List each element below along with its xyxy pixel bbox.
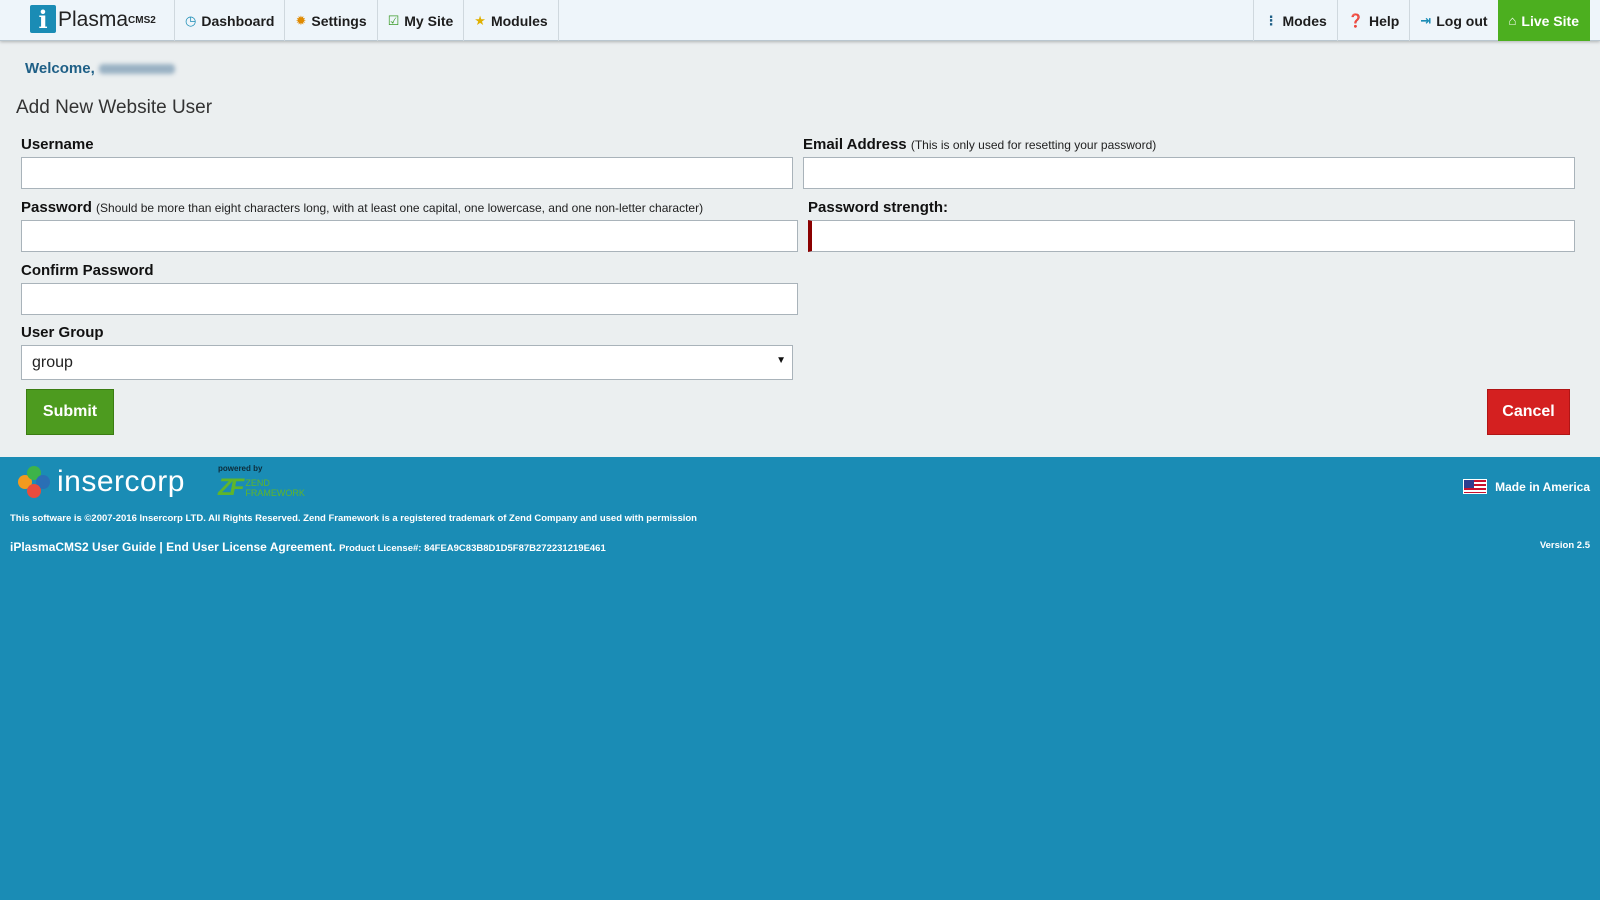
nav-live-site-label: Live Site bbox=[1521, 12, 1579, 29]
password-strength-label-text: Password strength: bbox=[808, 199, 949, 216]
eula-link[interactable]: End User License Agreement. bbox=[166, 540, 336, 554]
footer-separator: | bbox=[159, 540, 163, 554]
password-label: Password (Should be more than eight char… bbox=[21, 199, 703, 216]
made-in-america: Made in America bbox=[1463, 479, 1590, 494]
nav-settings-label: Settings bbox=[311, 12, 367, 29]
home-icon: ⌂ bbox=[1508, 13, 1517, 28]
nav-modules-label: Modules bbox=[490, 12, 548, 29]
main-content: Welcome, Add New Website User Username E… bbox=[0, 41, 1600, 457]
us-flag-icon bbox=[1463, 479, 1488, 494]
insercorp-name: insercorp bbox=[57, 465, 185, 498]
password-strength-label: Password strength: bbox=[808, 199, 948, 216]
submit-button[interactable]: Submit bbox=[26, 389, 114, 435]
nav-my-site[interactable]: ☑ My Site bbox=[376, 0, 464, 41]
confirm-password-label-text: Confirm Password bbox=[21, 262, 154, 279]
zend-framework-logo[interactable]: powered by ZF ZEND FRAMEWORK bbox=[218, 464, 305, 502]
user-group-label: User Group bbox=[21, 324, 104, 341]
password-label-text: Password bbox=[21, 199, 92, 216]
nav-logout-label: Log out bbox=[1436, 12, 1488, 29]
version-text: Version 2.5 bbox=[1539, 540, 1590, 551]
made-in-america-text: Made in America bbox=[1495, 479, 1590, 494]
nav-left: ◷ Dashboard ✹ Settings ☑ My Site ★ Modul… bbox=[174, 0, 559, 41]
password-field[interactable] bbox=[21, 220, 798, 252]
nav-dashboard-label: Dashboard bbox=[201, 12, 275, 29]
confirm-password-field[interactable] bbox=[21, 283, 798, 315]
product-license: Product License#: 84FEA9C83B8D1D5F87B272… bbox=[339, 543, 606, 554]
insercorp-logo[interactable]: insercorp bbox=[18, 465, 185, 499]
nav-modes[interactable]: ⋮ Modes bbox=[1253, 0, 1336, 41]
logo-name: Plasma bbox=[58, 8, 129, 31]
edit-icon: ☑ bbox=[387, 12, 400, 28]
copyright-text: This software is ©2007-2016 Insercorp LT… bbox=[10, 513, 697, 524]
nav-settings[interactable]: ✹ Settings bbox=[284, 0, 376, 41]
nav-modes-label: Modes bbox=[1282, 12, 1327, 29]
welcome-label: Welcome, bbox=[25, 60, 95, 77]
nav-modules[interactable]: ★ Modules bbox=[463, 0, 559, 41]
gear-icon: ✹ bbox=[295, 12, 307, 28]
user-group-selected: group bbox=[32, 354, 73, 371]
cancel-button[interactable]: Cancel bbox=[1487, 389, 1570, 435]
dashboard-icon: ◷ bbox=[185, 12, 197, 28]
user-group-select[interactable]: group ▼ bbox=[21, 345, 793, 380]
nav-logout[interactable]: ⇥ Log out bbox=[1409, 0, 1497, 41]
user-group-label-text: User Group bbox=[21, 324, 104, 341]
welcome-message: Welcome, bbox=[25, 60, 175, 77]
nav-help-label: Help bbox=[1368, 12, 1400, 29]
zf-line1: ZEND bbox=[245, 478, 270, 488]
confirm-password-label: Confirm Password bbox=[21, 262, 154, 279]
logout-icon: ⇥ bbox=[1420, 12, 1432, 28]
user-guide-link[interactable]: iPlasmaCMS2 User Guide bbox=[10, 540, 156, 554]
logo-i-icon: i bbox=[30, 5, 56, 34]
top-navbar: i Plasma CMS2 ◷ Dashboard ✹ Settings ☑ M… bbox=[0, 0, 1600, 41]
nav-help[interactable]: ❓ Help bbox=[1336, 0, 1410, 41]
password-strength-meter bbox=[808, 220, 1575, 252]
nav-live-site[interactable]: ⌂ Live Site bbox=[1497, 0, 1590, 41]
email-label: Email Address (This is only used for res… bbox=[803, 136, 1156, 153]
nav-right: ⋮ Modes ❓ Help ⇥ Log out ⌂ Live Site bbox=[1253, 0, 1590, 41]
email-hint: (This is only used for resetting your pa… bbox=[910, 138, 1157, 152]
blurred-username bbox=[98, 64, 175, 75]
app-logo[interactable]: i Plasma CMS2 bbox=[30, 5, 156, 35]
logo-superscript: CMS2 bbox=[128, 15, 156, 26]
dropdown-arrow-icon: ▼ bbox=[776, 355, 786, 366]
email-label-text: Email Address bbox=[803, 136, 907, 153]
vertical-dots-icon: ⋮ bbox=[1264, 12, 1278, 28]
username-label-text: Username bbox=[21, 136, 94, 153]
nav-my-site-label: My Site bbox=[404, 12, 454, 29]
question-icon: ❓ bbox=[1347, 12, 1364, 28]
puzzle-logo-icon bbox=[18, 466, 50, 498]
zf-icon: ZF bbox=[218, 474, 244, 501]
star-icon: ★ bbox=[474, 12, 486, 28]
zf-wordmark: ZEND FRAMEWORK bbox=[245, 478, 305, 498]
username-field[interactable] bbox=[21, 157, 793, 189]
nav-dashboard[interactable]: ◷ Dashboard bbox=[174, 0, 284, 41]
zf-line2: FRAMEWORK bbox=[245, 488, 305, 498]
username-label: Username bbox=[21, 136, 94, 153]
powered-by-text: powered by bbox=[218, 464, 263, 473]
password-hint: (Should be more than eight characters lo… bbox=[96, 201, 704, 215]
email-field[interactable] bbox=[803, 157, 1575, 189]
zf-mark: ZF ZEND FRAMEWORK bbox=[218, 474, 305, 502]
footer: insercorp powered by ZF ZEND FRAMEWORK M… bbox=[0, 457, 1600, 900]
page-title: Add New Website User bbox=[16, 97, 213, 118]
footer-links: iPlasmaCMS2 User Guide | End User Licens… bbox=[10, 540, 606, 554]
